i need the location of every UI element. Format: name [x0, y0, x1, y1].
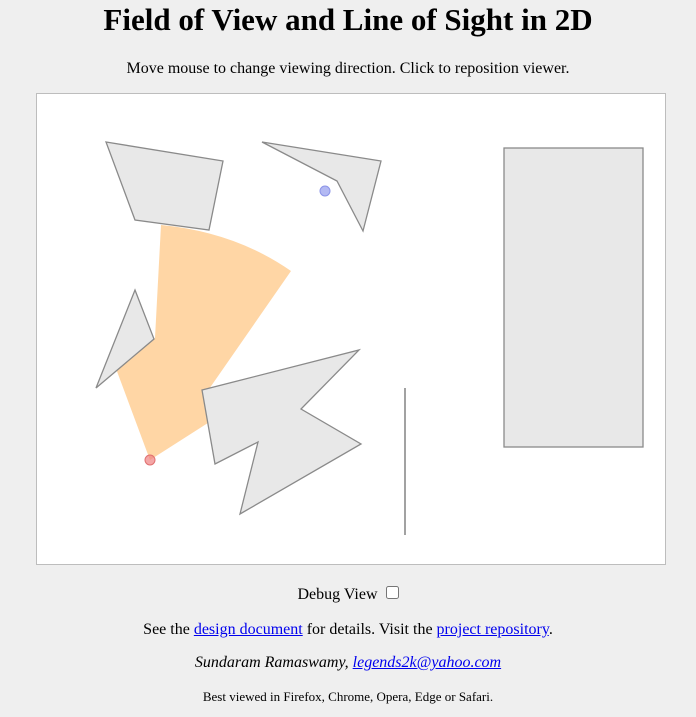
- instructions-text: Move mouse to change viewing direction. …: [126, 60, 570, 77]
- obstacle-quad-top-left: [105, 141, 224, 231]
- author-separator: ,: [344, 654, 353, 671]
- project-repository-link[interactable]: project repository: [437, 621, 549, 638]
- debug-view-label: Debug View: [297, 586, 378, 603]
- author-line: Sundaram Ramaswamy, legends2k@yahoo.com: [0, 653, 696, 673]
- obstacle-star-center: [201, 348, 363, 516]
- info-middle: for details. Visit the: [302, 621, 437, 638]
- info-line: See the design document for details. Vis…: [0, 620, 696, 640]
- debug-view-checkbox[interactable]: [385, 586, 399, 599]
- scene-canvas[interactable]: [36, 93, 666, 565]
- viewer-point[interactable]: [144, 454, 156, 466]
- design-document-link[interactable]: design document: [194, 621, 303, 638]
- obstacle-rectangle-right: [503, 147, 644, 448]
- browser-support-note: Best viewed in Firefox, Chrome, Opera, E…: [202, 689, 494, 704]
- debug-view-control: Debug View: [0, 585, 696, 605]
- obstacle-triangle-top: [261, 141, 382, 233]
- author-name: Sundaram Ramaswamy: [194, 654, 345, 671]
- info-prefix: See the: [143, 621, 194, 638]
- scene-svg[interactable]: [37, 94, 665, 564]
- info-suffix: .: [548, 621, 553, 638]
- target-point: [319, 185, 331, 197]
- author-email-link[interactable]: legends2k@yahoo.com: [353, 654, 501, 671]
- page: Field of View and Line of Sight in 2D Mo…: [0, 0, 696, 717]
- page-title: Field of View and Line of Sight in 2D: [103, 2, 593, 37]
